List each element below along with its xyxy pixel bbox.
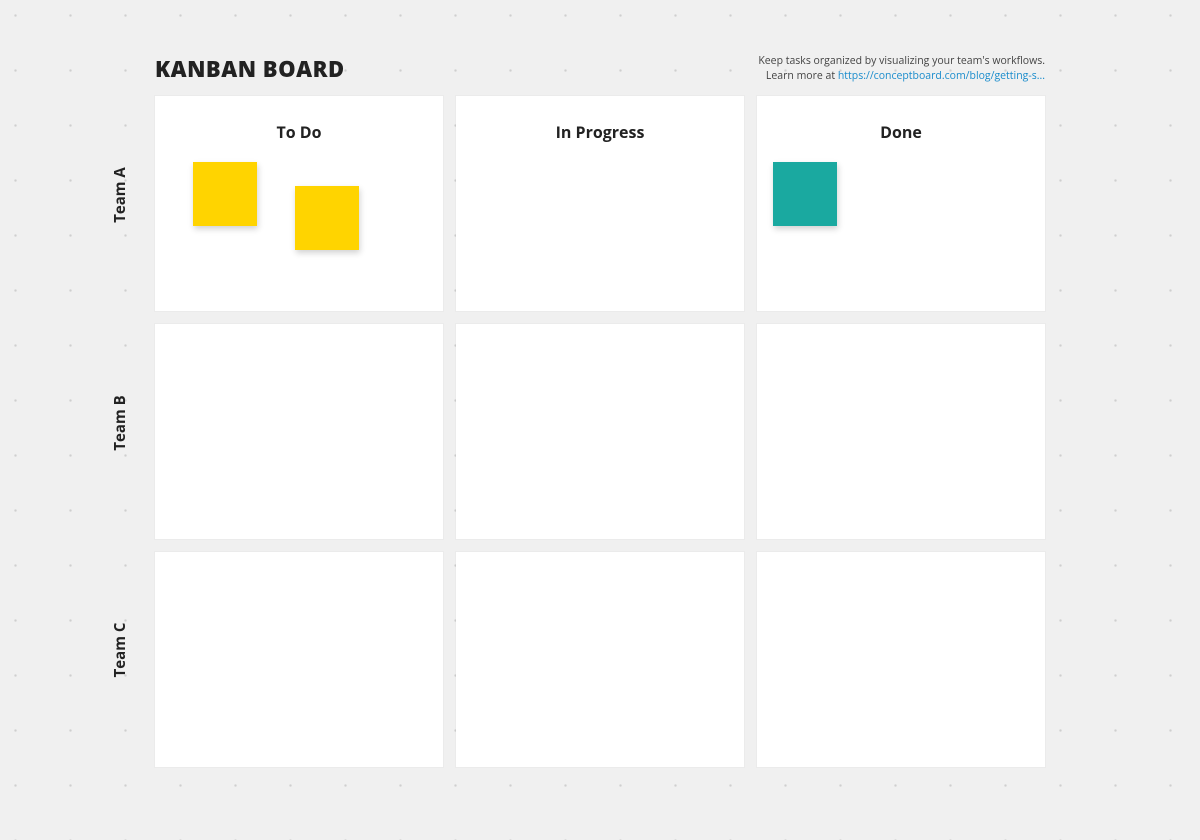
- cell-team-c-inprogress[interactable]: [456, 552, 744, 767]
- row-label-team-a: Team A: [110, 135, 130, 255]
- help-line-2-prefix: Learn more at: [766, 69, 838, 83]
- board-header: KANBAN BOARD Keep tasks organized by vis…: [155, 54, 1045, 84]
- column-heading-inprogress: In Progress: [456, 121, 744, 143]
- cell-team-b-inprogress[interactable]: [456, 324, 744, 539]
- sticky-note[interactable]: [295, 186, 359, 250]
- board-canvas[interactable]: KANBAN BOARD Keep tasks organized by vis…: [0, 0, 1200, 840]
- cell-team-c-todo[interactable]: [155, 552, 443, 767]
- sticky-note[interactable]: [193, 162, 257, 226]
- sticky-note[interactable]: [773, 162, 837, 226]
- cell-team-b-todo[interactable]: [155, 324, 443, 539]
- column-heading-todo: To Do: [155, 121, 443, 143]
- board-title: KANBAN BOARD: [155, 54, 345, 84]
- row-label-team-c: Team C: [110, 590, 130, 710]
- cell-team-a-done[interactable]: Done: [757, 96, 1045, 311]
- cell-team-a-todo[interactable]: To Do: [155, 96, 443, 311]
- help-line-1: Keep tasks organized by visualizing your…: [758, 54, 1045, 68]
- row-label-team-b: Team B: [110, 363, 130, 483]
- cell-team-a-inprogress[interactable]: In Progress: [456, 96, 744, 311]
- board-help-text: Keep tasks organized by visualizing your…: [758, 54, 1045, 83]
- cell-team-c-done[interactable]: [757, 552, 1045, 767]
- cell-team-b-done[interactable]: [757, 324, 1045, 539]
- kanban-grid: To Do In Progress Done: [155, 96, 1046, 767]
- help-link[interactable]: https://conceptboard.com/blog/getting-s.…: [838, 69, 1045, 83]
- column-heading-done: Done: [757, 121, 1045, 143]
